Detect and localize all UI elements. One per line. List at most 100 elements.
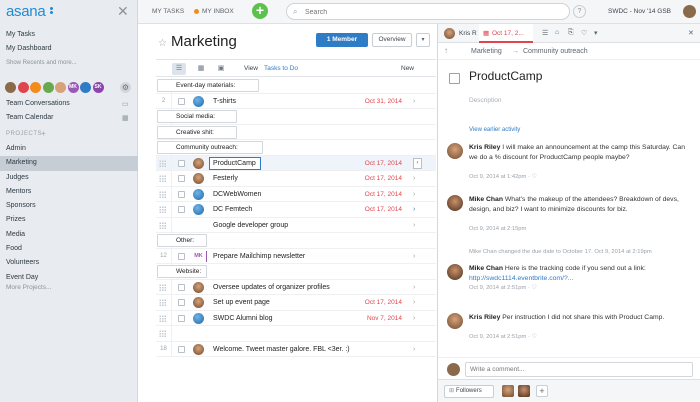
more-projects-link[interactable]: More Projects... (6, 284, 52, 291)
section-row[interactable]: Other: (156, 233, 436, 249)
task-row[interactable]: Festerly Oct 17, 2014 › (156, 171, 436, 187)
chevron-right-icon[interactable]: › (413, 94, 415, 110)
task-row[interactable]: 12 MK Prepare Mailchimp newsletter › (156, 248, 436, 265)
task-row[interactable]: 18 Welcome. Tweet master galore. FBL <3er… (156, 341, 436, 358)
sidebar-project-mentors[interactable]: Mentors (0, 185, 138, 199)
task-checkbox[interactable] (178, 206, 185, 213)
comment-input[interactable] (465, 362, 693, 377)
section-label[interactable]: Creative shit: (157, 125, 237, 139)
task-checkbox[interactable] (178, 252, 185, 260)
assignee-avatar[interactable] (193, 157, 204, 169)
due-date[interactable]: Oct 17, 2014 (337, 156, 402, 172)
sidebar-item-team-conversations[interactable]: Team Conversations (6, 100, 70, 107)
breadcrumb-project[interactable]: Marketing (471, 48, 502, 55)
sidebar-project-media[interactable]: Media (0, 228, 138, 242)
task-checkbox[interactable] (178, 299, 185, 306)
due-date[interactable]: Nov 7, 2014 (337, 311, 402, 327)
member-avatar[interactable] (80, 82, 91, 93)
sidebar-item-team-calendar[interactable]: Team Calendar (6, 114, 53, 121)
comment-author[interactable]: Kris Riley (469, 144, 500, 151)
member-avatar[interactable]: MK (67, 82, 79, 93)
task-name[interactable]: Google developer group (213, 218, 288, 234)
commenter-avatar[interactable] (447, 195, 463, 211)
chevron-left-icon[interactable]: ‹ (413, 157, 422, 169)
add-follower-button[interactable]: + (536, 385, 548, 397)
task-name[interactable]: SWDC Alumni blog (213, 311, 273, 327)
member-avatar[interactable] (5, 82, 16, 93)
task-row[interactable]: ProductCamp Oct 17, 2014 ‹ (156, 155, 436, 172)
view-dropdown[interactable]: View (244, 65, 258, 72)
due-date[interactable]: Oct 17, 2014 (337, 171, 402, 187)
assignee-avatar[interactable] (193, 343, 204, 355)
drag-handle-icon[interactable] (159, 283, 167, 291)
task-checkbox[interactable] (178, 345, 185, 353)
sidebar-project-judges[interactable]: Judges (0, 171, 138, 185)
description-field[interactable]: Description (469, 97, 502, 104)
section-label[interactable]: Website: (157, 265, 207, 278)
assignee-avatar[interactable]: MK (193, 251, 204, 262)
assignee-name[interactable]: Kris R (459, 30, 477, 37)
task-checkbox[interactable] (178, 314, 185, 322)
new-task-button[interactable]: + (252, 3, 268, 19)
chevron-right-icon[interactable]: › (413, 187, 415, 203)
asana-logo[interactable]: asana (6, 3, 46, 20)
task-checkbox[interactable] (178, 159, 185, 167)
files-view-icon[interactable]: ▣ (214, 63, 228, 75)
sidebar-project-sponsors[interactable]: Sponsors (0, 199, 138, 213)
followers-button[interactable]: ⊞ Followers (444, 385, 494, 398)
member-avatar[interactable] (42, 82, 54, 93)
heart-icon[interactable]: ♡ (581, 29, 587, 37)
close-icon[interactable]: ✕ (688, 29, 694, 37)
sidebar-project-event-day[interactable]: Event Day (0, 271, 138, 285)
task-row[interactable]: 2 T-shirts Oct 31, 2014 › (156, 93, 436, 110)
new-dropdown[interactable]: New (401, 65, 414, 72)
task-name[interactable]: T-shirts (213, 94, 236, 110)
list-view-icon[interactable]: ☰ (172, 63, 186, 75)
chevron-right-icon[interactable]: › (413, 342, 415, 358)
task-row[interactable]: SWDC Alumni blog Nov 7, 2014 › (156, 310, 436, 327)
attachment-icon[interactable]: ⎘ (568, 29, 574, 37)
task-name[interactable]: DC Femtech (213, 202, 252, 218)
drag-handle-icon[interactable] (159, 330, 167, 337)
task-checkbox[interactable] (178, 97, 185, 105)
drag-handle-icon[interactable] (159, 221, 167, 229)
task-row[interactable]: Set up event page Oct 17, 2014 › (156, 295, 436, 311)
drag-handle-icon[interactable] (159, 190, 167, 198)
task-name[interactable]: Festerly (213, 171, 238, 187)
search-input[interactable] (305, 6, 555, 18)
task-checkbox[interactable] (178, 190, 185, 198)
assignee-avatar[interactable] (444, 28, 455, 39)
calendar-icon[interactable]: ▦ (122, 114, 129, 122)
assignee-avatar[interactable] (193, 173, 204, 184)
help-button[interactable]: ? (573, 5, 586, 18)
drag-handle-icon[interactable] (159, 206, 167, 213)
section-row[interactable]: Website: (156, 264, 436, 280)
member-avatar[interactable]: SK (92, 82, 104, 93)
due-date-tab[interactable]: ▦ Oct 17, 2... (479, 24, 533, 43)
add-project-icon[interactable]: + (41, 129, 46, 138)
comment-author[interactable]: Mike Chan (469, 196, 503, 203)
member-avatar[interactable] (30, 82, 41, 93)
section-label[interactable]: Other: (157, 234, 207, 247)
chevron-right-icon[interactable]: › (413, 295, 415, 311)
section-row[interactable]: Creative shit: (156, 124, 436, 140)
section-label[interactable]: Event-day materials: (157, 79, 259, 92)
assignee-avatar[interactable] (193, 204, 204, 215)
drag-handle-icon[interactable] (159, 299, 167, 306)
view-earlier-activity-link[interactable]: View earlier activity (469, 127, 520, 133)
search-box[interactable]: ⌕ (286, 3, 570, 20)
tag-icon[interactable]: ⌂ (555, 29, 559, 36)
follower-avatar[interactable] (518, 385, 530, 397)
assignee-avatar[interactable] (193, 297, 204, 308)
section-row[interactable]: Community outreach: (156, 140, 436, 156)
members-button[interactable]: 1 Member (316, 33, 368, 47)
section-label[interactable]: Social media: (157, 110, 237, 123)
sidebar-item-my-tasks[interactable]: My Tasks (6, 31, 35, 38)
chevron-right-icon[interactable]: › (413, 202, 415, 218)
sidebar-project-marketing[interactable]: Marketing (0, 156, 138, 171)
chevron-right-icon[interactable]: › (413, 249, 415, 265)
drag-handle-icon[interactable] (159, 175, 167, 182)
commenter-avatar[interactable] (447, 143, 463, 159)
task-name[interactable]: ProductCamp (213, 156, 256, 172)
assignee-avatar[interactable] (193, 281, 204, 293)
